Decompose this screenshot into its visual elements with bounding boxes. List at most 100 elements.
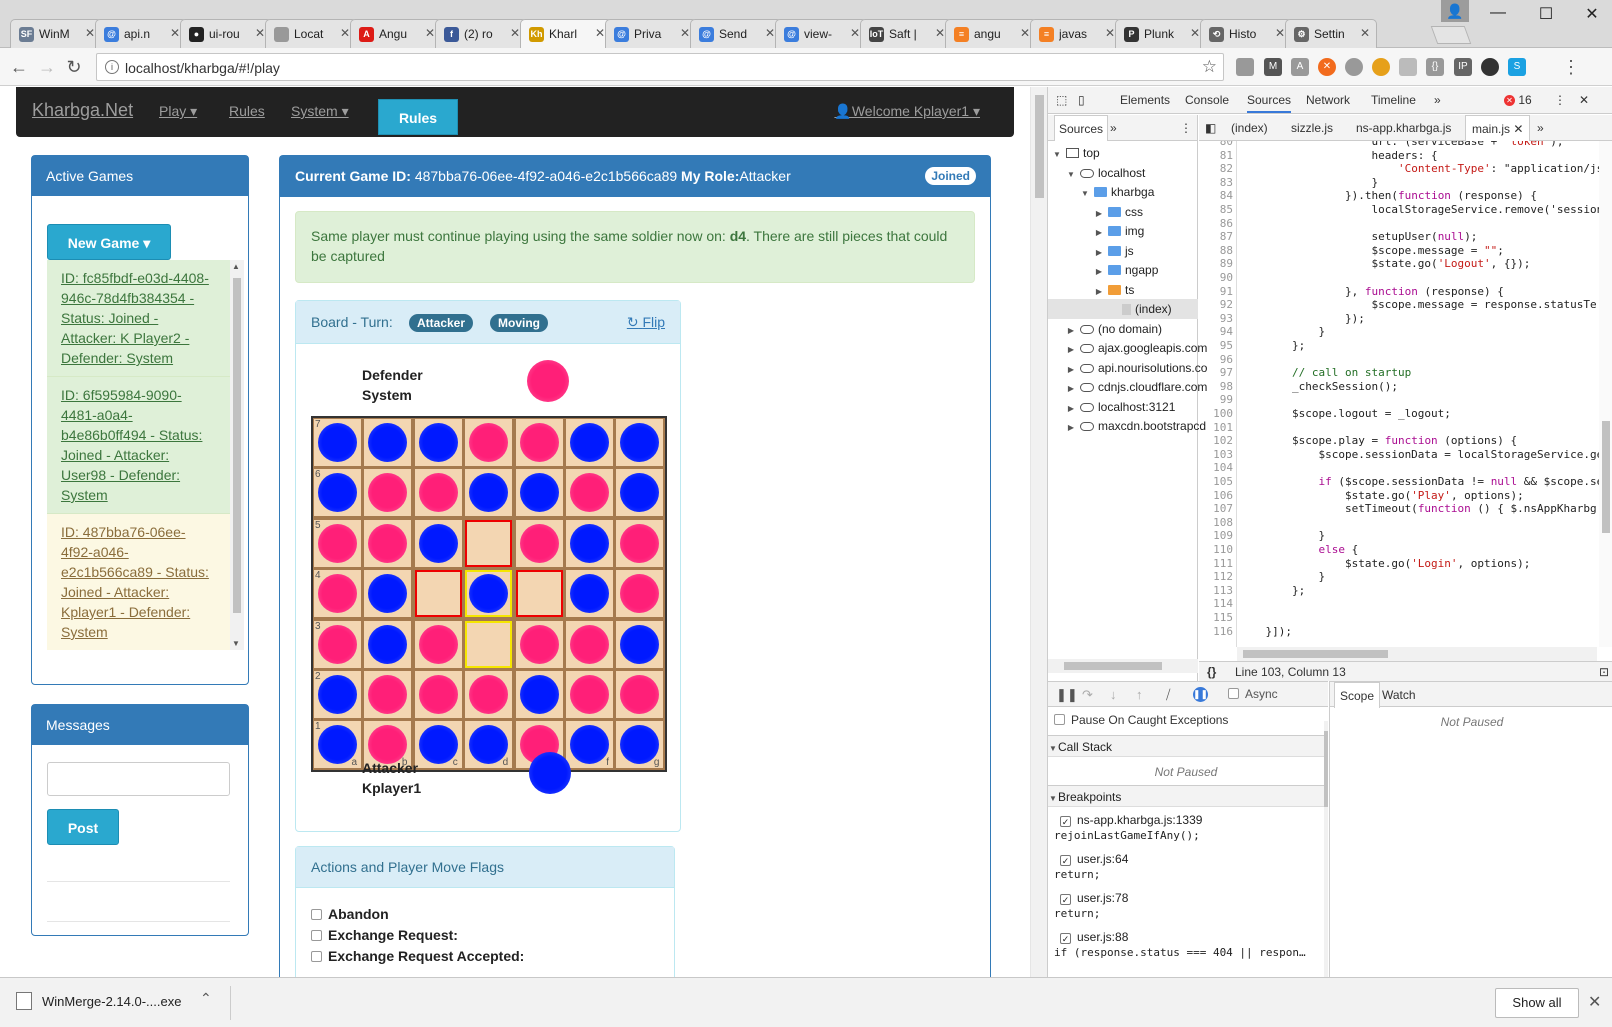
board-cell-f1[interactable]: f	[566, 721, 613, 769]
nav-rules[interactable]: Rules	[229, 103, 265, 119]
extension-icon[interactable]: ✕	[1318, 58, 1336, 76]
collapsed-icon[interactable]: ▶	[1066, 418, 1076, 438]
line-number[interactable]: 88	[1199, 244, 1233, 258]
tree-item[interactable]: ▶ localhost:3121	[1048, 397, 1198, 417]
line-number[interactable]: 97	[1199, 366, 1233, 380]
code-line[interactable]: 'Content-Type': "application/js	[1239, 162, 1603, 176]
code-line[interactable]: $state.go('Logout', {});	[1239, 257, 1530, 271]
board-cell-c4[interactable]	[414, 570, 462, 618]
board-cell-d7[interactable]	[465, 419, 513, 466]
code-line[interactable]: }	[1239, 325, 1325, 339]
tab-console[interactable]: Console	[1185, 93, 1229, 107]
board-cell-a6[interactable]: 6	[314, 469, 361, 517]
browser-tab[interactable]: ⚙ Settin ✕	[1285, 19, 1377, 48]
tree-item[interactable]: ▶ js	[1048, 241, 1198, 261]
board-cell-b7[interactable]	[364, 419, 412, 466]
attacker-piece[interactable]	[519, 675, 559, 714]
back-icon[interactable]: ←	[8, 56, 30, 78]
line-number[interactable]: 111	[1199, 557, 1233, 571]
line-number[interactable]: 91	[1199, 285, 1233, 299]
tab-scope[interactable]: Scope	[1334, 682, 1381, 708]
close-tab-icon[interactable]: ✕	[340, 26, 350, 40]
attacker-piece[interactable]	[620, 423, 660, 462]
board-cell-b6[interactable]	[364, 469, 412, 517]
code-line[interactable]: $scope.play = function (options) {	[1239, 434, 1517, 448]
defender-piece[interactable]	[418, 675, 458, 714]
step-into-icon[interactable]: ↓	[1110, 687, 1117, 702]
close-download-bar-icon[interactable]: ✕	[1588, 992, 1601, 1012]
defender-piece[interactable]	[418, 473, 458, 513]
editor-tab-main[interactable]: main.js ✕	[1465, 115, 1531, 141]
line-number[interactable]: 100	[1199, 407, 1233, 421]
code-line[interactable]: }	[1239, 529, 1325, 543]
show-all-button[interactable]: Show all	[1495, 988, 1579, 1018]
line-number[interactable]: 115	[1199, 611, 1233, 625]
address-url[interactable]: localhost/kharbga/#!/play	[125, 60, 280, 76]
board-cell-e7[interactable]	[515, 419, 563, 466]
browser-tab[interactable]: ≡ angu ✕	[945, 19, 1037, 48]
code-line[interactable]: $scope.message = response.statusTe	[1239, 298, 1596, 312]
tab-timeline[interactable]: Timeline	[1371, 93, 1416, 107]
attacker-piece[interactable]	[368, 423, 408, 462]
menu-kebab-icon[interactable]: ⋮	[1560, 56, 1582, 78]
defender-piece[interactable]	[418, 624, 458, 664]
code-line[interactable]: headers: {	[1239, 149, 1437, 163]
board-cell-c1[interactable]: c	[414, 721, 462, 769]
defender-piece[interactable]	[318, 523, 357, 563]
attacker-piece[interactable]	[620, 473, 660, 513]
line-number[interactable]: 114	[1199, 597, 1233, 611]
attacker-piece[interactable]	[318, 675, 357, 714]
attacker-piece[interactable]	[620, 624, 660, 664]
post-button[interactable]: Post	[47, 809, 119, 845]
line-number[interactable]: 112	[1199, 570, 1233, 584]
defender-piece[interactable]	[469, 675, 509, 714]
defender-piece[interactable]	[570, 473, 609, 513]
angular-ext-icon[interactable]: A	[1291, 58, 1309, 76]
board-cell-b5[interactable]	[364, 519, 412, 567]
board-cell-f2[interactable]	[566, 671, 613, 718]
board-cell-d2[interactable]	[465, 671, 513, 718]
browser-tab[interactable]: P Plunk ✕	[1115, 19, 1207, 48]
code-line[interactable]: if ($scope.sessionData != null && $scope…	[1239, 475, 1603, 489]
defender-piece[interactable]	[620, 675, 660, 714]
tab-network[interactable]: Network	[1306, 93, 1350, 107]
line-number[interactable]: 102	[1199, 434, 1233, 448]
defender-piece[interactable]	[570, 675, 609, 714]
board-cell-d6[interactable]	[465, 469, 513, 517]
close-tab-icon[interactable]: ✕	[1020, 26, 1030, 40]
board-cell-e5[interactable]	[515, 519, 563, 567]
line-number[interactable]: 80	[1199, 141, 1233, 149]
close-tab-icon[interactable]: ✕	[425, 26, 435, 40]
line-number[interactable]: 96	[1199, 353, 1233, 367]
defender-piece[interactable]	[620, 523, 660, 563]
step-out-icon[interactable]: ↑	[1136, 687, 1143, 702]
code-line[interactable]: }).then(function (response) {	[1239, 189, 1537, 203]
tree-item[interactable]: ▶ ajax.googleapis.com	[1048, 338, 1207, 358]
line-number[interactable]: 85	[1199, 203, 1233, 217]
tree-item[interactable]: (index)	[1048, 299, 1198, 319]
board-cell-g1[interactable]: g	[616, 721, 664, 769]
attacker-piece[interactable]	[318, 423, 357, 462]
tab-watch[interactable]: Watch	[1382, 688, 1416, 702]
line-number[interactable]: 113	[1199, 584, 1233, 598]
defender-piece[interactable]	[519, 423, 559, 462]
attacker-piece[interactable]	[570, 423, 609, 462]
close-tab-icon[interactable]: ✕	[850, 26, 860, 40]
welcome-user-menu[interactable]: 👤Welcome Kplayer1 ▾	[834, 103, 980, 120]
board-cell-d1[interactable]: d	[465, 721, 513, 769]
code-line[interactable]: }	[1239, 176, 1378, 190]
extension-icon[interactable]	[1399, 58, 1417, 76]
line-number[interactable]: 116	[1199, 625, 1233, 639]
close-tab-icon[interactable]: ✕	[85, 26, 95, 40]
code-line[interactable]: url: (serviceBase + 'token'),	[1239, 141, 1563, 149]
line-number[interactable]: 81	[1199, 149, 1233, 163]
browser-tab[interactable]: ⟲ Histo ✕	[1200, 19, 1292, 48]
line-number[interactable]: 95	[1199, 339, 1233, 353]
new-game-button[interactable]: New Game ▾	[47, 224, 171, 260]
close-tab-icon[interactable]: ✕	[1105, 26, 1115, 40]
tab-elements[interactable]: Elements	[1120, 93, 1170, 107]
line-number[interactable]: 94	[1199, 325, 1233, 339]
board-cell-a7[interactable]: 7	[314, 419, 361, 466]
tree-item[interactable]: ▼ top	[1048, 143, 1198, 163]
line-number[interactable]: 109	[1199, 529, 1233, 543]
